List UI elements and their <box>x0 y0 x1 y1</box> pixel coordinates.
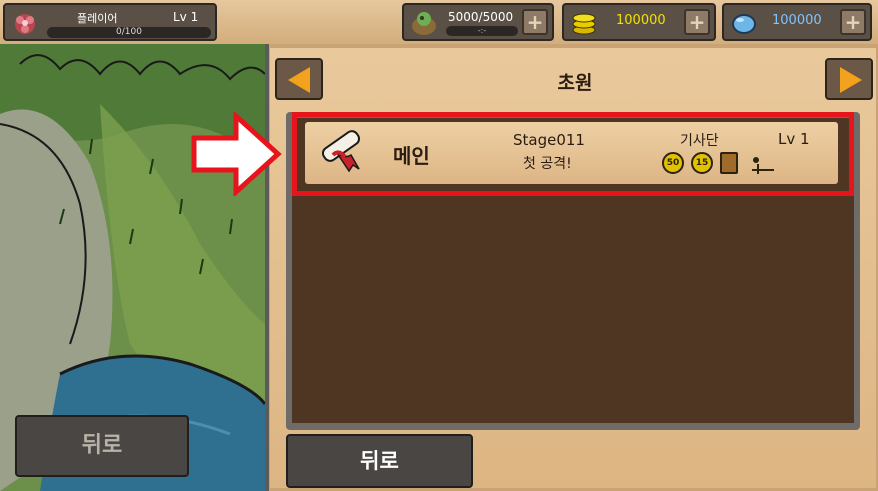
region-title: 초원 <box>557 72 593 94</box>
exp-bar: 0/100 <box>47 27 211 38</box>
map-back-button[interactable]: 뒤로 <box>15 415 189 477</box>
gem-counter: 100000 + <box>722 3 872 41</box>
back-button[interactable]: 뒤로 <box>286 434 473 488</box>
stage-highlight-frame <box>292 112 854 196</box>
gem-icon <box>732 14 756 34</box>
gold-counter: 100000 + <box>562 3 716 41</box>
player-info[interactable]: 플레이어 Lv 1 0/100 <box>3 3 217 41</box>
add-stamina-button[interactable]: + <box>522 9 548 35</box>
stamina-value: 5000/5000 <box>448 10 514 24</box>
stamina-bag-icon <box>412 12 436 35</box>
player-avatar-icon <box>15 14 35 34</box>
arrow-right-icon <box>840 67 862 93</box>
arrow-left-icon <box>288 67 310 93</box>
player-level: Lv 1 <box>173 10 199 24</box>
player-name: 플레이어 <box>77 12 118 25</box>
gold-value: 100000 <box>616 13 666 28</box>
add-gold-button[interactable]: + <box>684 9 710 35</box>
next-region-button[interactable] <box>825 58 873 100</box>
gem-value: 100000 <box>772 13 822 28</box>
add-gem-button[interactable]: + <box>840 9 866 35</box>
stamina-timer: -:- <box>446 26 518 36</box>
stamina-counter: 5000/5000 -:- + <box>402 3 554 41</box>
pointer-arrow-icon <box>191 112 282 196</box>
top-bar: 플레이어 Lv 1 0/100 5000/5000 -:- + 100000 +… <box>0 0 878 44</box>
prev-region-button[interactable] <box>275 58 323 100</box>
gold-coin-icon <box>572 13 596 35</box>
